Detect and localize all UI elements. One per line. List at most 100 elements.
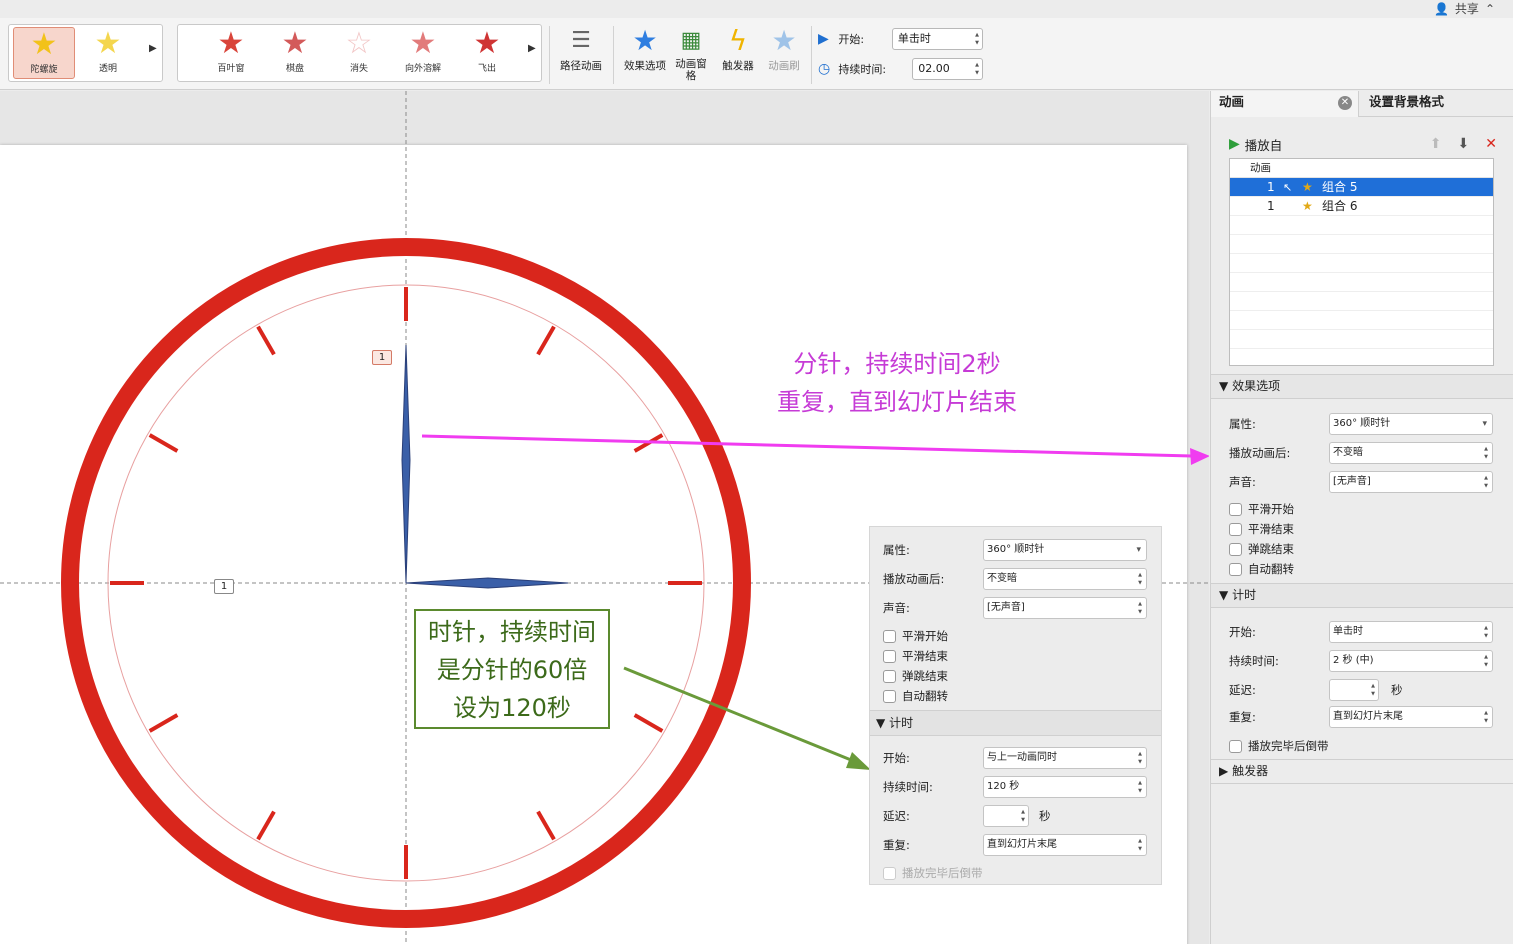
gallery-more-arrow-icon[interactable]: ▶ bbox=[528, 43, 536, 54]
play-from-button[interactable]: 播放自 bbox=[1245, 135, 1283, 154]
animation-pane-button[interactable]: ▦ 动画窗格 bbox=[674, 24, 708, 82]
duration-select[interactable]: 2 秒 (中) bbox=[1329, 650, 1493, 672]
effect-blinds[interactable]: ★ 百叶窗 bbox=[200, 27, 262, 79]
after-animation-select[interactable]: 不变暗 bbox=[983, 568, 1147, 590]
delay-stepper[interactable] bbox=[1329, 679, 1379, 701]
timing-section-header[interactable]: ▼ 计时 bbox=[870, 710, 1161, 736]
empty-list-row bbox=[1230, 292, 1493, 311]
checkbox-label: 弹跳结束 bbox=[902, 669, 948, 683]
after-animation-select[interactable]: 不变暗 bbox=[1329, 442, 1493, 464]
effect-options-section[interactable]: ▼ 效果选项 bbox=[1211, 374, 1513, 399]
repeat-select[interactable]: 直到幻灯片末尾 bbox=[983, 834, 1147, 856]
checkbox-box[interactable] bbox=[1229, 542, 1242, 556]
effect-transparent[interactable]: ★ 透明 bbox=[77, 27, 139, 79]
blue-star-icon: ★ bbox=[632, 24, 658, 57]
animation-list-item[interactable]: 1 ★ 组合 6 bbox=[1230, 197, 1493, 216]
duration-label: 持续时间: bbox=[883, 780, 933, 794]
timing-section[interactable]: ▼ 计时 bbox=[1211, 583, 1513, 608]
rewind-checkbox[interactable]: 播放完毕后倒带 bbox=[1229, 738, 1329, 754]
ribbon-divider bbox=[549, 26, 550, 84]
smooth-end-checkbox[interactable]: 平滑结束 bbox=[883, 648, 948, 664]
smooth-start-checkbox[interactable]: 平滑开始 bbox=[883, 628, 948, 644]
path-animation-label: 路径动画 bbox=[560, 60, 602, 72]
delay-label: 延迟: bbox=[1229, 683, 1256, 697]
sound-select[interactable]: [无声音] bbox=[983, 597, 1147, 619]
share-label: 共享 bbox=[1454, 2, 1479, 16]
effect-label: 向外溶解 bbox=[404, 64, 441, 74]
clock-tick bbox=[256, 810, 276, 841]
duration-select[interactable]: 120 秒 bbox=[983, 776, 1147, 798]
tab-animation[interactable]: 动画 ✕ bbox=[1211, 91, 1359, 117]
arrowhead-icon bbox=[846, 752, 871, 770]
delay-label: 延迟: bbox=[883, 809, 910, 823]
animation-ribbon: ★ 陀螺旋 ★ 透明 ▶ ★ 百叶窗 ★ 棋盘 ☆ 消失 ★ 向外溶解 ★ 飞出… bbox=[0, 18, 1513, 90]
animation-painter-button[interactable]: ★ 动画刷 bbox=[764, 24, 804, 73]
minute-hand[interactable] bbox=[401, 344, 411, 584]
triangle-down-icon: ▼ bbox=[876, 716, 886, 730]
checkbox-box[interactable] bbox=[1229, 522, 1242, 536]
effect-fly-out[interactable]: ★ 飞出 bbox=[456, 27, 518, 79]
move-down-icon[interactable]: ⬇ bbox=[1458, 136, 1470, 152]
start-label: 开始: bbox=[883, 751, 910, 765]
checkbox-box[interactable] bbox=[883, 669, 896, 683]
effect-label: 棋盘 bbox=[285, 64, 304, 74]
delete-icon[interactable]: ✕ bbox=[1485, 136, 1497, 152]
smooth-start-checkbox[interactable]: 平滑开始 bbox=[1229, 501, 1294, 517]
bounce-end-checkbox[interactable]: 弹跳结束 bbox=[1229, 541, 1294, 557]
play-icon: ▶ bbox=[818, 31, 829, 47]
bounce-end-checkbox[interactable]: 弹跳结束 bbox=[883, 668, 948, 684]
trigger-button[interactable]: ϟ 触发器 bbox=[716, 24, 760, 73]
empty-list-row bbox=[1230, 216, 1493, 235]
delay-unit: 秒 bbox=[1039, 809, 1051, 823]
transparent-star-icon: ★ bbox=[94, 26, 122, 61]
checkbox-box[interactable] bbox=[883, 689, 896, 703]
start-select[interactable]: 与上一动画同时 bbox=[983, 747, 1147, 769]
play-icon[interactable]: ▶ bbox=[1229, 136, 1240, 152]
animation-tag-hour[interactable]: 1 bbox=[214, 579, 234, 594]
effect-options-button[interactable]: ★ 效果选项 bbox=[620, 24, 670, 73]
checkbox-box[interactable] bbox=[1229, 739, 1242, 753]
annotation-line: 重复，直到幻灯片结束 bbox=[777, 388, 1017, 416]
auto-reverse-checkbox[interactable]: 自动翻转 bbox=[883, 688, 948, 704]
checkbox-label: 平滑开始 bbox=[902, 629, 948, 643]
start-select[interactable]: 单击时 bbox=[1329, 621, 1493, 643]
property-label: 属性: bbox=[1229, 417, 1256, 431]
effect-spin[interactable]: ★ 陀螺旋 bbox=[13, 27, 75, 79]
effect-dissolve-out[interactable]: ★ 向外溶解 bbox=[392, 27, 454, 79]
duration-stepper[interactable]: 02.00 bbox=[912, 58, 983, 80]
checkbox-box[interactable] bbox=[1229, 502, 1242, 516]
animation-list-item[interactable]: 1 ↖ ★ 组合 5 bbox=[1230, 178, 1493, 197]
effect-checkerboard[interactable]: ★ 棋盘 bbox=[264, 27, 326, 79]
animation-tag-minute[interactable]: 1 bbox=[372, 350, 392, 365]
hour-hand[interactable] bbox=[405, 577, 569, 589]
spin-star-icon: ★ bbox=[30, 27, 58, 62]
share-button[interactable]: 👤 共享 ⌃ bbox=[1434, 0, 1495, 17]
repeat-select[interactable]: 直到幻灯片末尾 bbox=[1329, 706, 1493, 728]
checkbox-box[interactable] bbox=[883, 629, 896, 643]
property-select[interactable]: 360° 顺时针 bbox=[1329, 413, 1493, 435]
auto-reverse-checkbox[interactable]: 自动翻转 bbox=[1229, 561, 1294, 577]
property-select[interactable]: 360° 顺时针 bbox=[983, 539, 1147, 561]
checkbox-label: 播放完毕后倒带 bbox=[902, 866, 983, 880]
delay-stepper[interactable] bbox=[983, 805, 1029, 827]
section-label: 效果选项 bbox=[1232, 379, 1281, 393]
annotation-line: 设为120秒 bbox=[453, 694, 571, 722]
gallery-more-arrow-icon[interactable]: ▶ bbox=[149, 43, 157, 54]
smooth-end-checkbox[interactable]: 平滑结束 bbox=[1229, 521, 1294, 537]
checkbox-box[interactable] bbox=[883, 649, 896, 663]
triangle-down-icon: ▼ bbox=[1219, 588, 1229, 602]
rewind-checkbox[interactable]: 播放完毕后倒带 bbox=[883, 865, 983, 881]
tab-background-format[interactable]: 设置背景格式 bbox=[1361, 91, 1511, 117]
chevron-up-icon[interactable]: ⌃ bbox=[1485, 2, 1495, 16]
path-animation-button[interactable]: ☰ 路径动画 bbox=[556, 24, 606, 73]
checkbox-box[interactable] bbox=[883, 866, 896, 880]
effect-disappear[interactable]: ☆ 消失 bbox=[328, 27, 390, 79]
sound-select[interactable]: [无声音] bbox=[1329, 471, 1493, 493]
close-icon[interactable]: ✕ bbox=[1338, 96, 1352, 110]
item-number: 1 bbox=[1267, 180, 1275, 194]
start-select[interactable]: 单击时 bbox=[891, 28, 983, 50]
move-up-icon[interactable]: ⬆ bbox=[1430, 136, 1442, 152]
clock-tick bbox=[148, 713, 179, 733]
trigger-section[interactable]: ▶ 触发器 bbox=[1211, 759, 1513, 784]
checkbox-box[interactable] bbox=[1229, 562, 1242, 576]
